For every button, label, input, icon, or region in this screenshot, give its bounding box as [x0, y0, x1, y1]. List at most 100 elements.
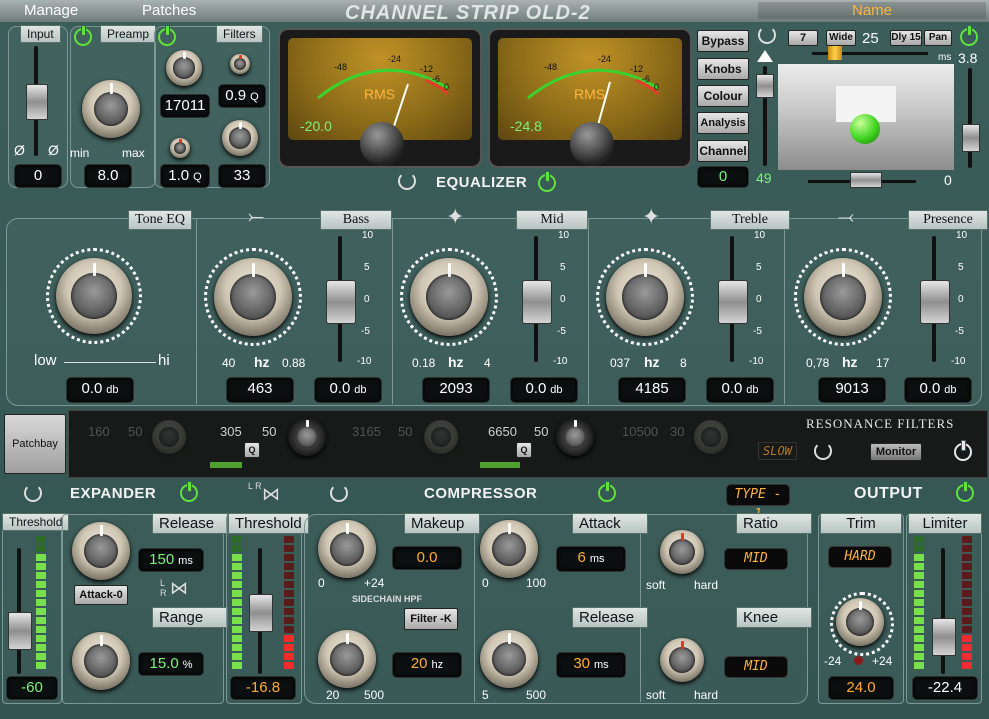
preamp-power-icon[interactable] [74, 25, 92, 46]
slow-display[interactable]: SLOW [758, 442, 797, 460]
highpass-freq-value[interactable]: 33 [218, 164, 266, 188]
res-3-freq[interactable]: 3165 [352, 424, 381, 439]
compressor-power-icon[interactable] [598, 481, 616, 502]
pan-button[interactable]: Pan [924, 30, 952, 46]
patch-name[interactable]: Name [758, 2, 986, 19]
highpass-q-value[interactable]: 1.0 Q [160, 164, 210, 188]
limiter-fader[interactable] [932, 618, 956, 656]
filter-k-button[interactable]: Filter -K [404, 608, 458, 630]
compressor-threshold-value[interactable]: -16.8 [230, 676, 296, 700]
channel-button[interactable]: Channel [697, 140, 749, 162]
seven-button[interactable]: 7 [788, 30, 818, 46]
trim-mode-display[interactable]: HARD [828, 546, 892, 568]
ratio-knob[interactable] [660, 530, 704, 574]
attack-knob[interactable] [480, 520, 538, 578]
expander-lr-link-icon[interactable]: ⋈ [170, 578, 188, 599]
compressor-reset-icon[interactable] [330, 484, 348, 502]
res-1-knob[interactable] [152, 420, 186, 454]
treble-freq-value[interactable]: 4185 [618, 377, 686, 403]
patches-menu[interactable]: Patches [142, 2, 196, 19]
knee-display[interactable]: MID [724, 656, 788, 678]
bass-gain-fader[interactable] [326, 280, 356, 324]
presence-shape-icon[interactable]: ⤙ [838, 206, 854, 229]
treble-freq-knob[interactable] [606, 258, 684, 336]
release-knob[interactable] [480, 630, 538, 688]
ratio-display[interactable]: MID [724, 548, 788, 570]
wide-button[interactable]: Wide [826, 30, 856, 46]
output-power-icon[interactable] [956, 481, 974, 502]
res-2-freq[interactable]: 305 [220, 424, 242, 439]
phase-right-icon[interactable]: Ø [48, 142, 59, 158]
sound-ball-icon[interactable] [850, 114, 880, 144]
makeup-knob[interactable] [318, 520, 376, 578]
expander-power-icon[interactable] [180, 481, 198, 502]
patchbay-button[interactable]: Patchbay [4, 414, 66, 474]
attack-value[interactable]: 6 ms [556, 546, 626, 572]
bass-freq-knob[interactable] [214, 258, 292, 336]
visual-right-slider[interactable] [962, 124, 980, 152]
treble-gain-fader[interactable] [718, 280, 748, 324]
trim-knob[interactable] [836, 598, 884, 646]
resonance-reset-icon[interactable] [814, 442, 832, 460]
hpf-knob[interactable] [318, 630, 376, 688]
lowpass-q-value[interactable]: 0.9 Q [218, 84, 266, 108]
compressor-threshold-fader[interactable] [249, 594, 273, 632]
preamp-knob[interactable] [82, 80, 140, 138]
res-3-knob[interactable] [424, 420, 458, 454]
expander-lr-link-label[interactable]: L R [160, 578, 170, 598]
mid-freq-value[interactable]: 2093 [422, 377, 490, 403]
knobs-button[interactable]: Knobs [697, 58, 749, 80]
res-1-freq[interactable]: 160 [88, 424, 110, 439]
expander-release-value[interactable]: 150 ms [138, 548, 204, 572]
bass-freq-value[interactable]: 463 [226, 377, 294, 403]
res-5-knob[interactable] [694, 420, 728, 454]
res-4-knob[interactable] [556, 418, 594, 456]
lowpass-freq-knob[interactable] [166, 50, 202, 86]
refresh-icon-top[interactable] [758, 26, 776, 44]
res-4-q[interactable]: 50 [534, 424, 548, 439]
preamp-value[interactable]: 8.0 [84, 164, 132, 188]
res-1-q[interactable]: 50 [128, 424, 142, 439]
res-5-freq[interactable]: 10500 [622, 424, 658, 439]
trim-value[interactable]: 24.0 [828, 676, 894, 700]
res-4-q-button[interactable]: Q [516, 442, 532, 458]
eq-power-icon[interactable] [538, 171, 556, 192]
tone-eq-knob[interactable] [56, 258, 132, 334]
res-2-q-button[interactable]: Q [244, 442, 260, 458]
mid-shape-icon[interactable]: ✦ [446, 204, 464, 230]
input-fader[interactable] [26, 84, 48, 120]
visual-slider[interactable] [756, 74, 774, 98]
manage-menu[interactable]: Manage [24, 2, 78, 19]
bass-shape-icon[interactable]: ⤚ [248, 206, 264, 229]
highpass-q-knob[interactable] [170, 138, 190, 158]
limiter-value[interactable]: -22.4 [912, 676, 978, 700]
lowpass-q-knob[interactable] [230, 54, 250, 74]
bypass-button[interactable]: Bypass [697, 30, 749, 52]
resonance-power-icon[interactable] [954, 440, 972, 461]
presence-gain-value[interactable]: 0.0 db [904, 377, 972, 403]
filters-power-icon[interactable] [158, 25, 176, 46]
visual-power-icon[interactable] [960, 25, 978, 46]
treble-shape-icon[interactable]: ✦ [642, 204, 660, 230]
monitor-button[interactable]: Monitor [870, 443, 922, 461]
expander-release-knob[interactable] [72, 522, 130, 580]
res-4-freq[interactable]: 6650 [488, 424, 517, 439]
input-value[interactable]: 0 [14, 164, 62, 188]
delay-button[interactable]: Dly 15 [890, 30, 922, 46]
phase-left-icon[interactable]: Ø [14, 142, 25, 158]
pan-slider[interactable] [850, 172, 882, 188]
res-2-knob[interactable] [288, 418, 326, 456]
up-arrow-icon[interactable] [757, 50, 773, 62]
hpf-value[interactable]: 20 hz [392, 652, 462, 678]
compressor-type-display[interactable]: TYPE - 1 [726, 484, 790, 522]
expander-threshold-fader[interactable] [8, 612, 32, 650]
mid-gain-fader[interactable] [522, 280, 552, 324]
colour-button[interactable]: Colour [697, 85, 749, 107]
wide-slider[interactable] [828, 46, 842, 60]
treble-gain-value[interactable]: 0.0 db [706, 377, 774, 403]
mid-gain-value[interactable]: 0.0 db [510, 377, 578, 403]
channel-value[interactable]: 0 [697, 166, 749, 188]
attack-0-button[interactable]: Attack-0 [74, 585, 128, 605]
presence-gain-fader[interactable] [920, 280, 950, 324]
lowpass-freq-value[interactable]: 17011 [160, 94, 210, 118]
